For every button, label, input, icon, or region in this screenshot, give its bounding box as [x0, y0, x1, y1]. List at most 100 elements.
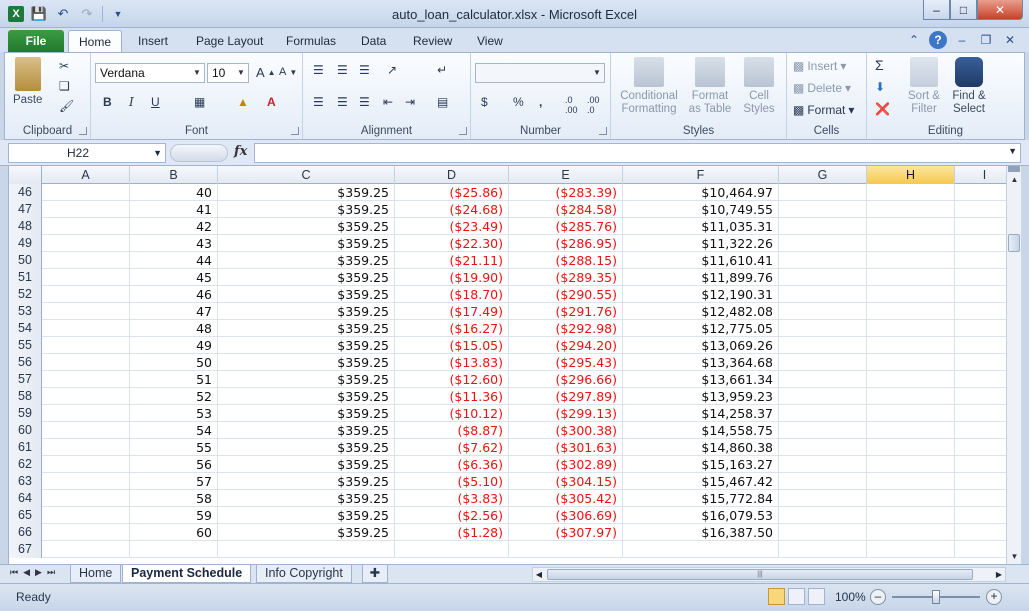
cell-h[interactable]: [867, 405, 955, 422]
cell-f[interactable]: $12,775.05: [623, 320, 779, 337]
cell-c[interactable]: $359.25: [218, 439, 395, 456]
cell-g[interactable]: [779, 252, 867, 269]
cell-h[interactable]: [867, 337, 955, 354]
cell-a[interactable]: [42, 371, 130, 388]
cell-a[interactable]: [42, 235, 130, 252]
cell-f[interactable]: $11,610.41: [623, 252, 779, 269]
fill-color-icon[interactable]: ▲: [237, 95, 249, 109]
cell-c[interactable]: $359.25: [218, 201, 395, 218]
scroll-left-icon[interactable]: ◀: [533, 568, 545, 581]
decrease-decimal-icon[interactable]: .00.0: [587, 95, 600, 115]
page-layout-view-icon[interactable]: [788, 588, 805, 605]
cell-f[interactable]: $13,959.23: [623, 388, 779, 405]
cell-h[interactable]: [867, 320, 955, 337]
tab-formulas[interactable]: Formulas: [276, 30, 346, 52]
row-header[interactable]: 48: [9, 218, 42, 235]
orientation-icon[interactable]: ↗: [387, 63, 397, 77]
cell-e[interactable]: ($297.89): [509, 388, 623, 405]
cell-d[interactable]: ($3.83): [395, 490, 509, 507]
cell-h[interactable]: [867, 354, 955, 371]
grow-font-icon[interactable]: A ▲: [256, 65, 276, 80]
bold-button[interactable]: B: [103, 95, 112, 109]
cell-b[interactable]: [130, 541, 218, 558]
row-header[interactable]: 49: [9, 235, 42, 252]
vertical-scrollbar[interactable]: ▲ ▼: [1006, 166, 1021, 564]
cell-b[interactable]: 47: [130, 303, 218, 320]
cell-c[interactable]: $359.25: [218, 184, 395, 201]
number-launcher[interactable]: [599, 127, 607, 135]
first-sheet-icon[interactable]: ⏮: [10, 567, 18, 578]
cell-h[interactable]: [867, 422, 955, 439]
cell-g[interactable]: [779, 439, 867, 456]
cell-e[interactable]: ($283.39): [509, 184, 623, 201]
percent-button[interactable]: %: [513, 95, 524, 109]
cell-f[interactable]: $14,258.37: [623, 405, 779, 422]
row-header[interactable]: 58: [9, 388, 42, 405]
find-select-button[interactable]: Find & Select: [947, 57, 991, 116]
cell-f[interactable]: $10,464.97: [623, 184, 779, 201]
cell-g[interactable]: [779, 286, 867, 303]
cell-g[interactable]: [779, 218, 867, 235]
cell-c[interactable]: $359.25: [218, 473, 395, 490]
cell-e[interactable]: ($300.38): [509, 422, 623, 439]
column-header-b[interactable]: B: [130, 166, 218, 184]
cell-d[interactable]: ($18.70): [395, 286, 509, 303]
cell-i[interactable]: [955, 524, 1006, 541]
horizontal-scroll-thumb[interactable]: |||: [547, 569, 973, 580]
row-header[interactable]: 52: [9, 286, 42, 303]
column-header-a[interactable]: A: [42, 166, 130, 184]
cell-b[interactable]: 54: [130, 422, 218, 439]
help-icon[interactable]: ?: [929, 31, 947, 49]
minimize-ribbon-icon[interactable]: ⌃: [905, 31, 923, 49]
cell-d[interactable]: ($19.90): [395, 269, 509, 286]
insert-sheet-icon[interactable]: ✚: [362, 565, 388, 583]
cell-e[interactable]: ($285.76): [509, 218, 623, 235]
row-header[interactable]: 57: [9, 371, 42, 388]
cell-h[interactable]: [867, 269, 955, 286]
cell-a[interactable]: [42, 524, 130, 541]
column-header-h[interactable]: H: [867, 166, 955, 184]
cell-i[interactable]: [955, 337, 1006, 354]
cell-b[interactable]: 41: [130, 201, 218, 218]
page-break-view-icon[interactable]: [808, 588, 825, 605]
cell-b[interactable]: 58: [130, 490, 218, 507]
cell-d[interactable]: ($16.27): [395, 320, 509, 337]
cell-e[interactable]: ($306.69): [509, 507, 623, 524]
cell-f[interactable]: $11,035.31: [623, 218, 779, 235]
delete-cells-button[interactable]: ▩ Delete ▾: [793, 81, 851, 95]
cell-c[interactable]: $359.25: [218, 218, 395, 235]
cell-a[interactable]: [42, 269, 130, 286]
cell-i[interactable]: [955, 490, 1006, 507]
format-as-table-button[interactable]: Format as Table: [685, 57, 735, 116]
cell-d[interactable]: ($5.10): [395, 473, 509, 490]
cell-f[interactable]: $13,069.26: [623, 337, 779, 354]
zoom-handle[interactable]: [932, 590, 940, 604]
cell-h[interactable]: [867, 473, 955, 490]
cell-d[interactable]: ($23.49): [395, 218, 509, 235]
cell-i[interactable]: [955, 269, 1006, 286]
cell-a[interactable]: [42, 490, 130, 507]
cell-b[interactable]: 59: [130, 507, 218, 524]
cell-h[interactable]: [867, 303, 955, 320]
cell-c[interactable]: $359.25: [218, 252, 395, 269]
cell-a[interactable]: [42, 405, 130, 422]
cell-g[interactable]: [779, 235, 867, 252]
prev-sheet-icon[interactable]: ◀: [23, 567, 30, 578]
cell-d[interactable]: ($11.36): [395, 388, 509, 405]
tab-file[interactable]: File: [8, 30, 64, 52]
cell-g[interactable]: [779, 405, 867, 422]
cell-i[interactable]: [955, 456, 1006, 473]
name-box[interactable]: H22 ▼: [8, 143, 166, 163]
cell-h[interactable]: [867, 184, 955, 201]
borders-icon[interactable]: ▦: [194, 95, 205, 109]
cell-f[interactable]: $13,364.68: [623, 354, 779, 371]
cell-i[interactable]: [955, 201, 1006, 218]
cell-d[interactable]: ($7.62): [395, 439, 509, 456]
cell-e[interactable]: ($294.20): [509, 337, 623, 354]
cell-i[interactable]: [955, 303, 1006, 320]
cell-h[interactable]: [867, 524, 955, 541]
cell-i[interactable]: [955, 286, 1006, 303]
cell-i[interactable]: [955, 252, 1006, 269]
cell-f[interactable]: $14,558.75: [623, 422, 779, 439]
row-header[interactable]: 55: [9, 337, 42, 354]
